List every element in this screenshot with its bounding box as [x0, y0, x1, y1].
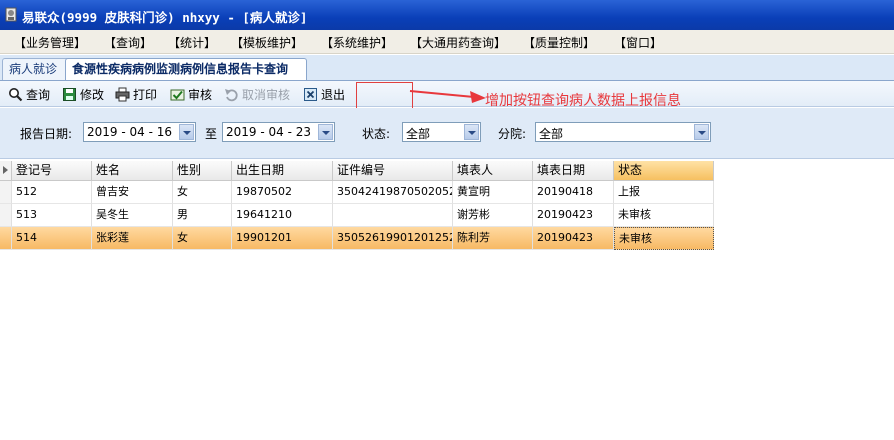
cell-id-number[interactable]: 35052619901201252x: [333, 227, 453, 250]
app-icon: [5, 7, 17, 22]
date-from-value: 2019 - 04 - 16: [87, 125, 172, 139]
chevron-down-icon[interactable]: [179, 124, 194, 140]
report-date-label: 报告日期:: [20, 127, 73, 141]
cell-gender[interactable]: 女: [173, 181, 232, 204]
status-value: 全部: [406, 127, 431, 141]
window-title: 易联众(9999 皮肤科门诊) nhxyy - [病人就诊]: [22, 10, 308, 25]
date-to-value: 2019 - 04 - 23: [226, 125, 311, 139]
table-row-selected[interactable]: 514 张彩莲 女 19901201 35052619901201252x 陈利…: [0, 227, 714, 250]
modify-button[interactable]: 修改: [62, 85, 104, 103]
printer-icon: [115, 87, 130, 101]
menu-window[interactable]: 【窗口】: [614, 34, 662, 51]
print-button[interactable]: 打印: [115, 85, 157, 103]
cell-fill-date[interactable]: 20190423: [533, 204, 614, 227]
menu-bar: 【业务管理】 【查询】 【统计】 【模板维护】 【系统维护】 【大通用药查询】 …: [0, 30, 894, 54]
menu-quality[interactable]: 【质量控制】: [523, 34, 595, 51]
menu-statistics[interactable]: 【统计】: [168, 34, 216, 51]
undo-icon: [225, 88, 238, 101]
save-icon: [63, 87, 76, 101]
column-header-reg-no[interactable]: 登记号: [12, 161, 92, 181]
status-select[interactable]: 全部: [402, 122, 481, 142]
cell-filler[interactable]: 陈利芳: [453, 227, 533, 250]
annotation-arrow-icon: [409, 90, 486, 103]
cell-name[interactable]: 吴冬生: [92, 204, 173, 227]
annotation-text: 增加按钮查询病人数据上报信息: [485, 93, 681, 109]
query-button[interactable]: 查询: [8, 85, 50, 103]
branch-select[interactable]: 全部: [535, 122, 711, 142]
results-grid: 登记号 姓名 性别 出生日期 证件编号 填表人 填表日期 状态 512 曾吉安 …: [0, 159, 894, 440]
menu-business[interactable]: 【业务管理】: [14, 34, 86, 51]
chevron-down-icon[interactable]: [464, 124, 479, 140]
title-bar: 易联众(9999 皮肤科门诊) nhxyy - [病人就诊]: [0, 0, 894, 30]
branch-label: 分院:: [498, 127, 527, 141]
cell-birth-date[interactable]: 19641210: [232, 204, 333, 227]
grid-header: 登记号 姓名 性别 出生日期 证件编号 填表人 填表日期 状态: [0, 161, 714, 181]
cell-reg-no[interactable]: 512: [12, 181, 92, 204]
exit-icon: [304, 87, 317, 101]
cancel-audit-label: 取消审核: [242, 87, 291, 102]
cell-name[interactable]: 曾吉安: [92, 181, 173, 204]
status-label: 状态:: [362, 127, 391, 141]
menu-drug-query[interactable]: 【大通用药查询】: [410, 34, 506, 51]
cell-reg-no[interactable]: 513: [12, 204, 92, 227]
row-indicator: [0, 181, 12, 204]
column-header-name[interactable]: 姓名: [92, 161, 173, 181]
tab-patient-visit[interactable]: 病人就诊: [2, 58, 70, 80]
cancel-audit-button[interactable]: 取消审核: [224, 85, 290, 103]
cell-name[interactable]: 张彩莲: [92, 227, 173, 250]
annotation-highlight-box: [356, 82, 413, 110]
cell-filler[interactable]: 黄宣明: [453, 181, 533, 204]
exit-button[interactable]: 退出: [303, 85, 345, 103]
cell-fill-date[interactable]: 20190423: [533, 227, 614, 250]
tab-report-card-query[interactable]: 食源性疾病病例监测病例信息报告卡查询: [65, 58, 307, 80]
checkmark-icon: [170, 89, 185, 100]
table-row[interactable]: 513 吴冬生 男 19641210 谢芳彬 20190423 未审核: [0, 204, 714, 227]
print-label: 打印: [133, 87, 158, 102]
column-header-gender[interactable]: 性别: [173, 161, 232, 181]
filter-panel: 报告日期: 2019 - 04 - 16 至 2019 - 04 - 23 状态…: [0, 108, 894, 159]
column-header-status[interactable]: 状态: [614, 161, 714, 181]
modify-label: 修改: [80, 87, 105, 102]
chevron-down-icon[interactable]: [694, 124, 709, 140]
menu-system[interactable]: 【系统维护】: [321, 34, 393, 51]
cell-status[interactable]: 上报: [614, 181, 714, 204]
tab-strip: 病人就诊 食源性疾病病例监测病例信息报告卡查询: [0, 55, 894, 81]
cell-status[interactable]: 未审核: [614, 227, 714, 250]
row-indicator: [0, 204, 12, 227]
cell-id-number[interactable]: 350424198705020526: [333, 181, 453, 204]
to-label: 至: [205, 127, 218, 141]
exit-label: 退出: [321, 87, 346, 102]
column-header-fill-date[interactable]: 填表日期: [533, 161, 614, 181]
cell-fill-date[interactable]: 20190418: [533, 181, 614, 204]
date-to-picker[interactable]: 2019 - 04 - 23: [222, 122, 335, 142]
cell-filler[interactable]: 谢芳彬: [453, 204, 533, 227]
chevron-down-icon[interactable]: [318, 124, 333, 140]
cell-birth-date[interactable]: 19901201: [232, 227, 333, 250]
menu-template[interactable]: 【模板维护】: [231, 34, 303, 51]
audit-button[interactable]: 审核: [170, 85, 212, 103]
branch-value: 全部: [539, 127, 564, 141]
column-header-id-number[interactable]: 证件编号: [333, 161, 453, 181]
cell-reg-no[interactable]: 514: [12, 227, 92, 250]
cell-status[interactable]: 未审核: [614, 204, 714, 227]
cell-id-number[interactable]: [333, 204, 453, 227]
table-row[interactable]: 512 曾吉安 女 19870502 350424198705020526 黄宣…: [0, 181, 714, 204]
cell-gender[interactable]: 女: [173, 227, 232, 250]
column-header-filler[interactable]: 填表人: [453, 161, 533, 181]
cell-gender[interactable]: 男: [173, 204, 232, 227]
audit-label: 审核: [188, 87, 213, 102]
row-indicator-header: [0, 161, 12, 181]
query-label: 查询: [26, 87, 51, 102]
menu-query[interactable]: 【查询】: [104, 34, 152, 51]
date-from-picker[interactable]: 2019 - 04 - 16: [83, 122, 196, 142]
search-icon: [9, 87, 23, 101]
column-header-birth-date[interactable]: 出生日期: [232, 161, 333, 181]
row-indicator: [0, 227, 12, 250]
cell-birth-date[interactable]: 19870502: [232, 181, 333, 204]
